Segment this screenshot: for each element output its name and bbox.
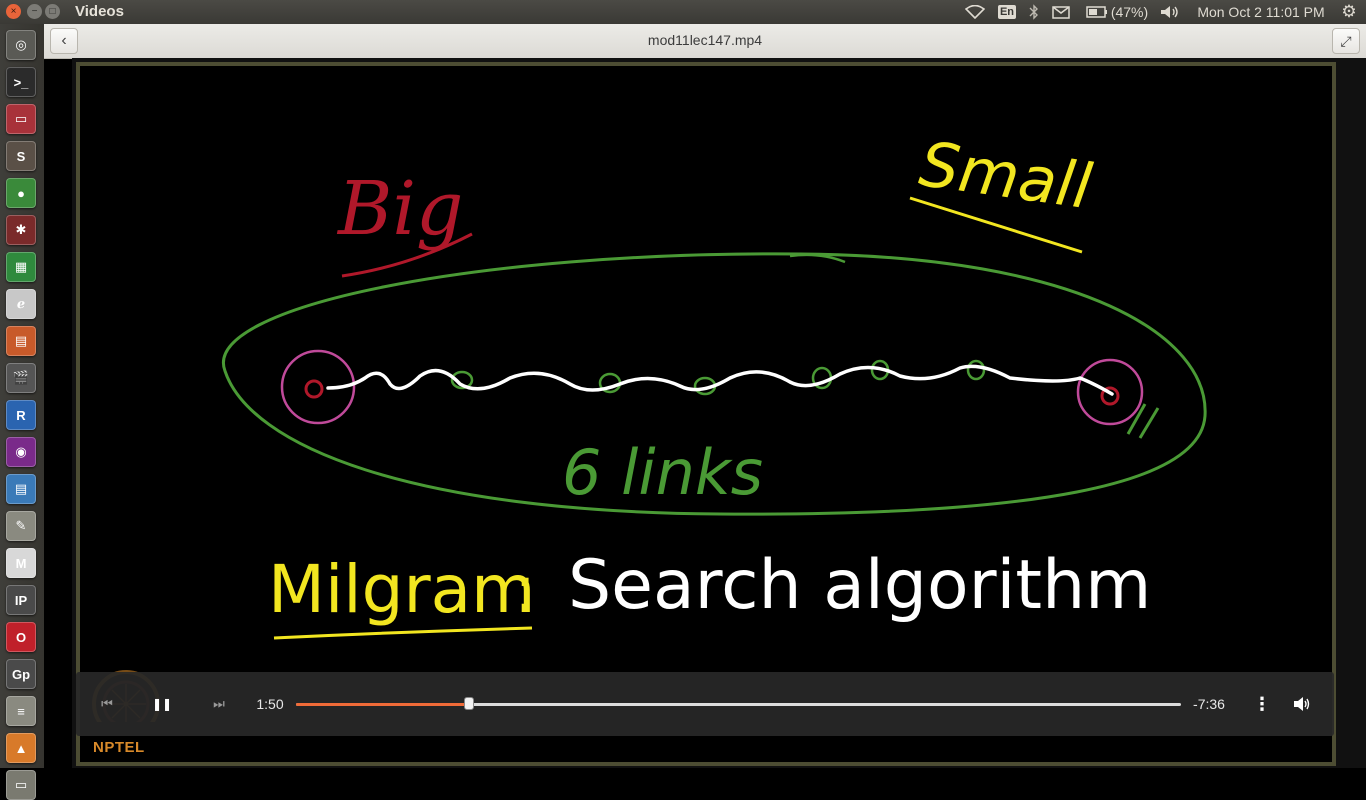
- more-vertical-icon: ⋮: [1253, 693, 1271, 714]
- opera-icon[interactable]: O: [6, 622, 36, 652]
- installer-icon[interactable]: ▲: [6, 733, 36, 763]
- battery-indicator[interactable]: (47%): [1083, 0, 1151, 24]
- time-elapsed: 1:50: [256, 696, 284, 712]
- drive-icon[interactable]: ≡: [6, 696, 36, 726]
- volume-icon[interactable]: [1158, 0, 1182, 24]
- milgram-colon: :: [514, 551, 536, 628]
- seek-handle[interactable]: [463, 697, 474, 710]
- battery-icon: [1086, 6, 1107, 18]
- editor-icon[interactable]: ✎: [6, 511, 36, 541]
- speaker-icon: [1294, 697, 1310, 711]
- clock[interactable]: Mon Oct 2 11:01 PM: [1190, 0, 1332, 24]
- sublime-icon[interactable]: S: [6, 141, 36, 171]
- spreadsheet-icon[interactable]: ▦: [6, 252, 36, 282]
- nptel-logo-text: NPTEL: [93, 739, 145, 756]
- time-remaining: -7:36: [1193, 696, 1225, 712]
- links-label: 6 links: [562, 436, 763, 509]
- skip-forward-icon: ⏭: [213, 696, 225, 711]
- seek-progress: [296, 703, 469, 706]
- skip-back-icon: ⏮: [101, 696, 113, 711]
- more-options-button[interactable]: ⋮: [1252, 692, 1272, 716]
- file-title: mod11lec147.mp4: [647, 32, 763, 48]
- fullscreen-button[interactable]: ⤢: [1332, 28, 1360, 54]
- volume-button[interactable]: [1290, 692, 1314, 716]
- app-title: Videos: [75, 3, 124, 20]
- search-label: Search algorithm: [568, 546, 1151, 625]
- terminal-icon[interactable]: >_: [6, 67, 36, 97]
- player-header: ‹ mod11lec147.mp4 ⤢: [44, 24, 1366, 59]
- pause-icon: ❚❚: [151, 697, 173, 711]
- seek-bar[interactable]: [296, 697, 1181, 710]
- dash-icon[interactable]: ◎: [6, 30, 36, 60]
- gnuplot-icon[interactable]: Gp: [6, 659, 36, 689]
- milgram-underline: [273, 626, 533, 640]
- trash-icon[interactable]: ▭: [6, 770, 36, 800]
- settings-icon[interactable]: ✱: [6, 215, 36, 245]
- equals-mark: [1126, 403, 1160, 439]
- milgram-label: Milgram: [268, 551, 535, 628]
- gear-icon[interactable]: ⚙: [1338, 0, 1360, 24]
- document-icon[interactable]: ▤: [6, 474, 36, 504]
- gmail-icon[interactable]: M: [6, 548, 36, 578]
- writer-icon[interactable]: ℯ: [6, 289, 36, 319]
- ipython-icon[interactable]: IP: [6, 585, 36, 615]
- keyboard-layout-indicator[interactable]: En: [996, 0, 1018, 24]
- media-icon[interactable]: ◉: [6, 437, 36, 467]
- start-node: [304, 379, 324, 399]
- minimize-window-button[interactable]: −: [27, 4, 42, 19]
- chrome-icon[interactable]: ●: [6, 178, 36, 208]
- battery-percentage: (47%): [1110, 4, 1149, 20]
- previous-button[interactable]: ⏮: [94, 692, 120, 716]
- launcher: ◎ >_ ▭ S ● ✱ ▦ ℯ ▤ 🎬 R ◉ ▤ ✎ M IP O Gp ≡ ▲ ▭: [0, 24, 44, 800]
- bluetooth-icon[interactable]: [1026, 0, 1042, 24]
- search-path: [326, 364, 1114, 396]
- playback-controls: ⏮ ❚❚ ⏭ 1:50 -7:36 ⋮: [76, 672, 1334, 736]
- fullscreen-icon: ⤢: [1340, 33, 1352, 49]
- lecture-board: Big Small 6 links Milgram : Search algor…: [221, 127, 1207, 640]
- intermediate-node: [966, 359, 986, 381]
- keyboard-layout-label: En: [997, 5, 1017, 19]
- maximize-window-button[interactable]: □: [45, 4, 60, 19]
- close-window-button[interactable]: ×: [6, 4, 21, 19]
- word-big: Big: [336, 166, 463, 252]
- mail-icon[interactable]: [1050, 0, 1072, 24]
- top-panel: × − □ Videos En (47%) Mon Oct 2 11:01 PM…: [0, 0, 1366, 24]
- wifi-icon[interactable]: [964, 0, 986, 24]
- video-frame[interactable]: Big Small 6 links Milgram : Search algor…: [76, 62, 1336, 766]
- r-icon[interactable]: R: [6, 400, 36, 430]
- video-icon[interactable]: 🎬: [6, 363, 36, 393]
- impress-icon[interactable]: ▤: [6, 326, 36, 356]
- next-button[interactable]: ⏭: [206, 692, 232, 716]
- pause-button[interactable]: ❚❚: [150, 692, 174, 716]
- files-icon[interactable]: ▭: [6, 104, 36, 134]
